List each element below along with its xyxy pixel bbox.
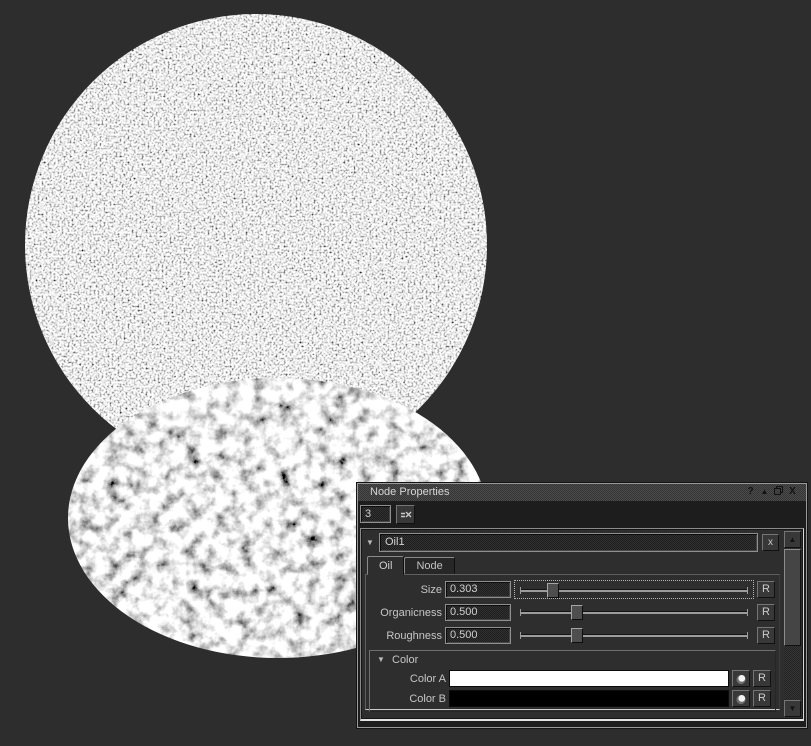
- color-label: Color A: [374, 673, 446, 685]
- color-group-header: ▼ Color: [370, 651, 775, 668]
- tab-bar: Oil Node: [367, 556, 455, 574]
- param-label: Size: [370, 584, 442, 596]
- panel-toolbar: 3: [358, 501, 806, 527]
- scroll-down-icon[interactable]: ▼: [784, 700, 801, 717]
- color-b-swatch[interactable]: [449, 690, 729, 707]
- roughness-value-input[interactable]: 0.500: [445, 627, 511, 644]
- panel-titlebar[interactable]: Node Properties ? ▲ X: [358, 484, 806, 501]
- size-slider[interactable]: [514, 580, 754, 599]
- roughness-slider[interactable]: [515, 626, 753, 645]
- scroll-up-icon[interactable]: ▲: [784, 531, 801, 548]
- node-header: ▼ Oil1 x: [366, 533, 779, 552]
- color-row-a: Color A R: [370, 668, 775, 688]
- node-expand-icon[interactable]: ▼: [366, 538, 379, 547]
- close-all-panels-icon: [400, 510, 412, 519]
- color-a-swatch[interactable]: [449, 670, 729, 687]
- color-label: Color B: [374, 693, 446, 705]
- roughness-reset-button[interactable]: R: [757, 627, 775, 644]
- color-b-picker-button[interactable]: [732, 690, 750, 707]
- color-group-label: Color: [392, 654, 418, 666]
- close-node-button[interactable]: x: [762, 534, 779, 551]
- slider-track: [520, 635, 748, 637]
- size-value-input[interactable]: 0.303: [445, 581, 511, 598]
- organicness-slider[interactable]: [515, 603, 753, 622]
- tab-oil[interactable]: Oil: [367, 556, 404, 575]
- color-a-picker-button[interactable]: [732, 670, 750, 687]
- node-properties-panel: Node Properties ? ▲ X 3 ▼ Oil1: [357, 483, 807, 728]
- color-row-b: Color B R: [370, 688, 775, 708]
- close-panel-icon[interactable]: X: [786, 485, 799, 499]
- panel-title: Node Properties: [370, 486, 450, 498]
- organicness-value-input[interactable]: 0.500: [445, 604, 511, 621]
- scrollbar-track[interactable]: [784, 548, 801, 700]
- oil-tab-pane: Size 0.303 R Organicness 0.500 R Roughne…: [365, 574, 780, 710]
- slider-handle[interactable]: [547, 583, 559, 598]
- tab-node[interactable]: Node: [404, 557, 454, 574]
- slider-handle[interactable]: [571, 605, 583, 620]
- param-label: Organicness: [370, 607, 442, 619]
- color-wheel-icon: [735, 673, 747, 685]
- color-group-expand-icon[interactable]: ▼: [377, 655, 392, 664]
- slider-handle[interactable]: [571, 628, 583, 643]
- titlebar-icons: ? ▲ X: [744, 485, 799, 499]
- max-panels-input[interactable]: 3: [360, 505, 391, 523]
- color-group: ▼ Color Color A R Color B: [369, 650, 776, 712]
- param-row-size: Size 0.303 R: [366, 578, 779, 601]
- param-label: Roughness: [370, 630, 442, 642]
- help-icon[interactable]: ?: [744, 485, 757, 499]
- node-panel-frame: ▼ Oil1 x Oil Node Size 0.303 R Organicne…: [360, 528, 804, 721]
- rollup-icon[interactable]: ▲: [758, 485, 771, 499]
- slider-track: [520, 612, 748, 614]
- restore-window-icon[interactable]: [772, 485, 785, 499]
- organicness-reset-button[interactable]: R: [757, 604, 775, 621]
- color-b-reset-button[interactable]: R: [753, 690, 771, 707]
- close-all-panels-button[interactable]: [396, 505, 415, 524]
- param-row-roughness: Roughness 0.500 R: [366, 624, 779, 647]
- scrollbar-thumb[interactable]: [784, 549, 801, 646]
- panel-scrollbar: ▲ ▼: [784, 531, 801, 717]
- size-reset-button[interactable]: R: [757, 581, 775, 598]
- color-wheel-icon: [735, 693, 747, 705]
- color-a-reset-button[interactable]: R: [753, 670, 771, 687]
- param-row-organicness: Organicness 0.500 R: [366, 601, 779, 624]
- node-name-field[interactable]: Oil1: [379, 533, 758, 552]
